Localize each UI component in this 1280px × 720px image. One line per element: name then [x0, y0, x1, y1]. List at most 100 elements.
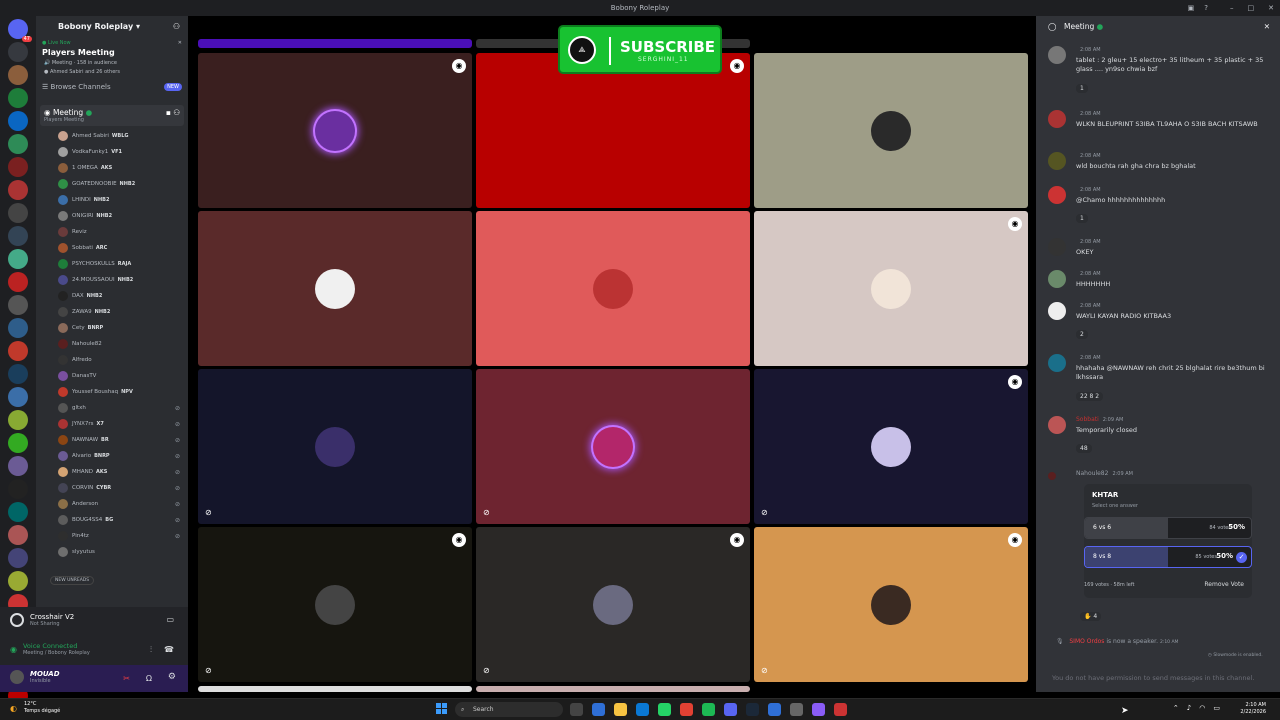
poll-option-selected[interactable]: 8 vs 8 85 votes 50% ✓	[1084, 546, 1252, 568]
server-icon[interactable]	[8, 433, 28, 453]
weather-widget[interactable]: 12°C Temps dégagé	[24, 701, 60, 715]
voice-member[interactable]: MHAND AKS ⊘	[36, 464, 188, 480]
voice-member[interactable]: Youssef Boushaq NPV	[36, 384, 188, 400]
participant-tile[interactable]	[198, 39, 472, 48]
disconnect-icon[interactable]: ☎	[164, 645, 174, 654]
server-icon[interactable]	[8, 249, 28, 269]
voice-member[interactable]: DAX NHB2	[36, 288, 188, 304]
server-icon[interactable]	[8, 272, 28, 292]
voice-member[interactable]: Ahmed Sabiri WBLG	[36, 128, 188, 144]
reaction[interactable]: ✋ 4	[1080, 612, 1102, 621]
server-icon[interactable]	[8, 364, 28, 384]
remove-vote-button[interactable]: Remove Vote	[1204, 581, 1244, 588]
avatar[interactable]	[1048, 110, 1066, 128]
message-input[interactable]: You do not have permission to send messa…	[1044, 668, 1272, 688]
author-name[interactable]: Sobbati	[1076, 416, 1099, 423]
help-icon[interactable]: ?	[1204, 0, 1208, 16]
server-icon[interactable]	[8, 387, 28, 407]
server-icon[interactable]	[8, 548, 28, 568]
close-button[interactable]: ✕	[1268, 0, 1274, 16]
settings-gear-icon[interactable]: ⚙	[168, 672, 176, 682]
telegram-icon[interactable]	[768, 703, 781, 716]
participant-tile[interactable]	[476, 211, 750, 366]
mic-muted-icon[interactable]: ✂	[123, 674, 130, 683]
whatsapp-icon[interactable]	[658, 703, 671, 716]
event-title[interactable]: Players Meeting	[36, 48, 188, 57]
reaction[interactable]: 1	[1076, 214, 1088, 223]
clock[interactable]: 2:10 AM 2/22/2026	[1240, 702, 1266, 716]
participant-tile[interactable]	[754, 53, 1028, 208]
avatar[interactable]	[1048, 416, 1066, 434]
avatar[interactable]	[1048, 152, 1066, 170]
poll-author[interactable]: Nahoule82 2:09 AM	[1076, 470, 1133, 477]
voice-member[interactable]: JYNX7rs X7 ⊘	[36, 416, 188, 432]
participant-tile[interactable]: ⊘	[476, 369, 750, 524]
voice-member[interactable]: PSYCHOSKULLS RAJA	[36, 256, 188, 272]
voice-member[interactable]: Alfredo	[36, 352, 188, 368]
server-icon[interactable]	[8, 318, 28, 338]
server-icon[interactable]	[8, 571, 28, 591]
voice-member[interactable]: NAWNAW BR ⊘	[36, 432, 188, 448]
participant-tile[interactable]	[198, 211, 472, 366]
chrome-icon[interactable]	[680, 703, 693, 716]
edge-icon[interactable]	[636, 703, 649, 716]
voice-member[interactable]: gltxh ⊘	[36, 400, 188, 416]
server-icon[interactable]	[8, 42, 28, 62]
server-icon[interactable]	[8, 111, 28, 131]
discord-icon[interactable]	[724, 703, 737, 716]
spotify-icon[interactable]	[702, 703, 715, 716]
server-icon[interactable]	[8, 341, 28, 361]
participant-tile[interactable]	[476, 686, 750, 692]
browse-channels-button[interactable]: ☰ Browse Channels NEW	[42, 83, 182, 91]
voice-member[interactable]: Cety BNRP	[36, 320, 188, 336]
avatar[interactable]	[1048, 302, 1066, 320]
server-icon[interactable]	[8, 134, 28, 154]
obs-icon[interactable]	[812, 703, 825, 716]
voice-member[interactable]: Sobbati ARC	[36, 240, 188, 256]
speaker-name[interactable]: SIMO Ordos	[1069, 638, 1104, 645]
server-icon[interactable]	[8, 65, 28, 85]
file-explorer-icon[interactable]	[614, 703, 627, 716]
noise-suppression-icon[interactable]: ⫶	[150, 645, 152, 655]
voice-member[interactable]: 1 OMEGA AKS	[36, 160, 188, 176]
close-chat-icon[interactable]: ✕	[1264, 22, 1270, 31]
participant-tile[interactable]: ◉	[476, 53, 750, 208]
voice-member[interactable]: BOUG4SS4 BG ⊘	[36, 512, 188, 528]
stream-row[interactable]: Crosshair V2 Not Sharing	[10, 613, 74, 627]
inbox-icon[interactable]: ▣	[1188, 0, 1195, 16]
server-icon[interactable]	[8, 456, 28, 476]
server-icon[interactable]	[8, 479, 28, 499]
voice-member[interactable]: DanasTV	[36, 368, 188, 384]
avatar[interactable]	[1048, 46, 1066, 64]
start-button[interactable]	[436, 703, 448, 715]
maximize-button[interactable]: □	[1248, 0, 1255, 16]
server-icon[interactable]	[8, 295, 28, 315]
reaction[interactable]: 48	[1076, 444, 1092, 453]
voice-member[interactable]: LHINDI NHB2	[36, 192, 188, 208]
server-icon[interactable]	[8, 410, 28, 430]
voice-member[interactable]: VodkaFunky1 VF1	[36, 144, 188, 160]
server-icon[interactable]	[8, 88, 28, 108]
steam-icon[interactable]	[746, 703, 759, 716]
participant-tile[interactable]: ◉	[198, 53, 472, 208]
participant-tile[interactable]: ◉ ⊘	[754, 369, 1028, 524]
participant-tile[interactable]: ◉ ⊘	[754, 527, 1028, 682]
task-view-icon[interactable]	[570, 703, 583, 716]
voice-member[interactable]: CORVIN CYBR ⊘	[36, 480, 188, 496]
server-icon[interactable]	[8, 203, 28, 223]
voice-status-row[interactable]: ◉ Voice Connected Meeting / Bobony Rolep…	[10, 642, 90, 656]
headphones-icon[interactable]: Ω	[146, 674, 152, 683]
server-icon[interactable]	[8, 157, 28, 177]
poll-option[interactable]: 6 vs 6 84 votes 50%	[1084, 517, 1252, 539]
server-header[interactable]: Bobony Roleplay ▾ ⚇	[36, 16, 188, 40]
participant-tile[interactable]: ⊘	[198, 369, 472, 524]
voice-member[interactable]: slyyutus	[36, 544, 188, 560]
voice-member[interactable]: 24.MOUSSAOUI NHB2	[36, 272, 188, 288]
voice-member[interactable]: Anderson ⊘	[36, 496, 188, 512]
avatar[interactable]	[1048, 270, 1066, 288]
voice-member[interactable]: Nahoule82	[36, 336, 188, 352]
reaction[interactable]: 1	[1076, 84, 1088, 93]
close-event-icon[interactable]: ✕	[178, 40, 182, 46]
reaction[interactable]: 2	[1076, 330, 1088, 339]
avatar[interactable]	[1048, 354, 1066, 372]
